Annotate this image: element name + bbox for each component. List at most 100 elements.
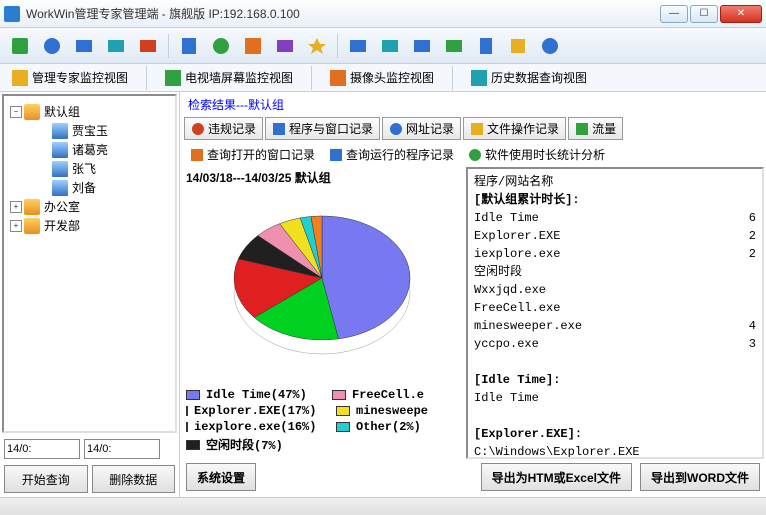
content-area: 14/03/18---14/03/25 默认组 Idle Time(47%)Fr… xyxy=(182,167,764,459)
stats-row-name: Idle Time xyxy=(474,389,539,407)
window-title: WorkWin管理专家管理端 - 旗舰版 IP:192.168.0.100 xyxy=(26,5,660,22)
stats-row-name: Explorer.EXE xyxy=(474,227,560,245)
export-word-button[interactable]: 导出到WORD文件 xyxy=(640,463,760,491)
tree-root[interactable]: − 默认组 xyxy=(8,102,171,121)
subtab-flow[interactable]: 流量 xyxy=(568,117,623,140)
legend-label: Idle Time(47%) xyxy=(206,388,307,402)
subtabs-row1: 违规记录 程序与窗口记录 网址记录 文件操作记录 流量 xyxy=(182,115,764,142)
toolbar-btn-9[interactable] xyxy=(271,32,299,60)
viewtab-monitor-label: 管理专家监控视图 xyxy=(32,69,128,86)
expand-icon[interactable]: + xyxy=(10,201,22,213)
view-tabs: 管理专家监控视图 电视墙屏幕监控视图 摄像头监控视图 历史数据查询视图 xyxy=(0,64,766,92)
tree-user[interactable]: 贾宝玉 xyxy=(36,121,171,140)
close-button[interactable]: ✕ xyxy=(720,5,762,23)
stats-row-name: 空闲时段 xyxy=(474,263,522,281)
tree-office[interactable]: + 办公室 xyxy=(8,197,171,216)
tree-dev[interactable]: + 开发部 xyxy=(8,216,171,235)
date-to[interactable] xyxy=(84,439,160,459)
settings-button[interactable]: 系统设置 xyxy=(186,463,256,491)
toolbar-btn-15[interactable] xyxy=(472,32,500,60)
query-button[interactable]: 开始查询 xyxy=(4,465,88,493)
expand-icon[interactable]: + xyxy=(10,220,22,232)
app-icon xyxy=(4,6,20,22)
legend-swatch xyxy=(186,422,188,432)
export-html-button[interactable]: 导出为HTM或Excel文件 xyxy=(481,463,632,491)
statusbar xyxy=(0,497,766,515)
subtab-file[interactable]: 文件操作记录 xyxy=(463,117,566,140)
subtab-program-query[interactable]: 查询运行的程序记录 xyxy=(323,144,460,165)
tree-user[interactable]: 诸葛亮 xyxy=(36,140,171,159)
subtab-url[interactable]: 网址记录 xyxy=(382,117,461,140)
legend: Idle Time(47%)FreeCell.eExplorer.EXE(17%… xyxy=(182,384,462,459)
collapse-icon[interactable]: − xyxy=(10,106,22,118)
subtab-url-label: 网址记录 xyxy=(406,120,454,137)
viewtab-history[interactable]: 历史数据查询视图 xyxy=(465,67,593,88)
search-result-header: 检索结果---默认组 xyxy=(182,94,764,115)
viewtab-camera[interactable]: 摄像头监控视图 xyxy=(324,67,440,88)
violation-icon xyxy=(191,122,205,136)
stats-row-val: 4 xyxy=(749,317,756,335)
toolbar-btn-3[interactable] xyxy=(70,32,98,60)
chart-title: 14/03/18---14/03/25 默认组 xyxy=(182,167,462,188)
viewtab-monitor[interactable]: 管理专家监控视图 xyxy=(6,67,134,88)
minimize-button[interactable]: — xyxy=(660,5,688,23)
tree-office-label: 办公室 xyxy=(44,198,80,215)
toolbar-btn-8[interactable] xyxy=(239,32,267,60)
usage-icon xyxy=(468,148,482,162)
subtab-window-query[interactable]: 查询打开的窗口记录 xyxy=(184,144,321,165)
left-panel: − 默认组 贾宝玉诸葛亮张飞刘备 + 办公室 + 开发部 开始查询 删除数据 xyxy=(0,92,180,497)
stats-row-name: Idle Time xyxy=(474,209,539,227)
stats-panel[interactable]: 程序/网站名称 [默认组累计时长]:Idle Time6Explorer.EXE… xyxy=(466,167,764,459)
stats-row-name: yccpo.exe xyxy=(474,335,539,353)
subtab-violation[interactable]: 违规记录 xyxy=(184,117,263,140)
subtab-flow-label: 流量 xyxy=(592,120,616,137)
viewtab-tvwall-label: 电视墙屏幕监控视图 xyxy=(185,69,293,86)
subtab-file-label: 文件操作记录 xyxy=(487,120,559,137)
program-query-icon xyxy=(329,148,343,162)
stats-row: iexplore.exe 2 xyxy=(474,245,756,263)
stats-row: Idle Time xyxy=(474,389,756,407)
toolbar-btn-12[interactable] xyxy=(376,32,404,60)
stats-row-val: 2 xyxy=(749,245,756,263)
pc-icon xyxy=(52,142,68,158)
pie-chart xyxy=(222,206,422,366)
toolbar-btn-11[interactable] xyxy=(344,32,372,60)
toolbar-btn-6[interactable] xyxy=(175,32,203,60)
subtab-usage-time[interactable]: 软件使用时长统计分析 xyxy=(462,144,611,165)
toolbar-btn-14[interactable] xyxy=(440,32,468,60)
legend-swatch xyxy=(336,422,350,432)
toolbar-btn-13[interactable] xyxy=(408,32,436,60)
stats-header: 程序/网站名称 xyxy=(474,173,756,191)
subtab-program-window[interactable]: 程序与窗口记录 xyxy=(265,117,380,140)
legend-item: Idle Time(47%) xyxy=(186,388,312,402)
legend-item: 空闲时段(7%) xyxy=(186,436,316,453)
monitor-icon xyxy=(12,70,28,86)
chart-area: 14/03/18---14/03/25 默认组 Idle Time(47%)Fr… xyxy=(182,167,462,459)
main-area: − 默认组 贾宝玉诸葛亮张飞刘备 + 办公室 + 开发部 开始查询 删除数据 xyxy=(0,92,766,497)
stats-row: yccpo.exe3 xyxy=(474,335,756,353)
tree[interactable]: − 默认组 贾宝玉诸葛亮张飞刘备 + 办公室 + 开发部 xyxy=(2,94,177,433)
date-from[interactable] xyxy=(4,439,80,459)
delete-button[interactable]: 删除数据 xyxy=(92,465,176,493)
legend-label: 空闲时段(7%) xyxy=(206,436,283,453)
toolbar-btn-7[interactable] xyxy=(207,32,235,60)
tree-user[interactable]: 张飞 xyxy=(36,159,171,178)
toolbar-btn-10[interactable] xyxy=(303,32,331,60)
toolbar-btn-2[interactable] xyxy=(38,32,66,60)
toolbar-btn-17[interactable] xyxy=(536,32,564,60)
viewtab-tvwall[interactable]: 电视墙屏幕监控视图 xyxy=(159,67,299,88)
pc-icon xyxy=(52,180,68,196)
tree-user[interactable]: 刘备 xyxy=(36,178,171,197)
toolbar-btn-1[interactable] xyxy=(6,32,34,60)
maximize-button[interactable]: ☐ xyxy=(690,5,718,23)
stats-section-title: [Explorer.EXE]: xyxy=(474,425,756,443)
toolbar-btn-4[interactable] xyxy=(102,32,130,60)
tvwall-icon xyxy=(165,70,181,86)
tree-user-label: 贾宝玉 xyxy=(72,122,108,139)
history-icon xyxy=(471,70,487,86)
tree-user-label: 张飞 xyxy=(72,160,96,177)
stats-row-name: iexplore.exe xyxy=(474,245,560,263)
toolbar-btn-5[interactable] xyxy=(134,32,162,60)
toolbar-btn-16[interactable] xyxy=(504,32,532,60)
stats-row: Wxxjqd.exe xyxy=(474,281,756,299)
